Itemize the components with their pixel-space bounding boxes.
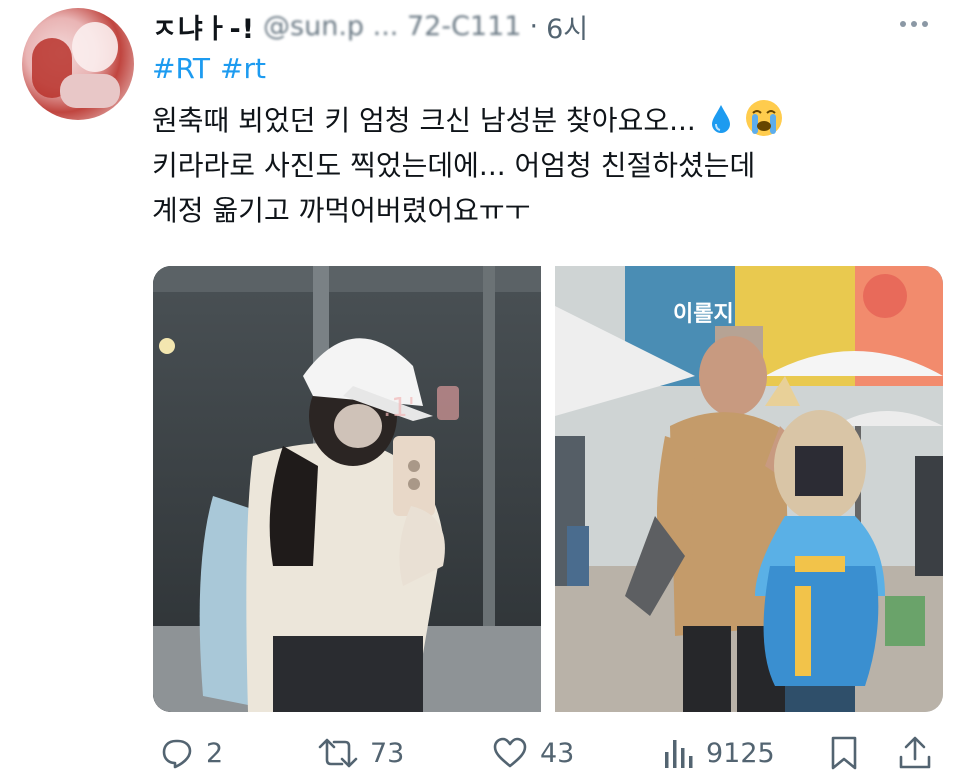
views-icon (665, 740, 693, 768)
share-button[interactable] (898, 730, 932, 776)
svg-text:.1': .1' (383, 393, 415, 423)
hashtags: #RT #rt (152, 52, 266, 85)
bookmark-button[interactable] (829, 730, 859, 776)
view-count: 9125 (706, 737, 775, 769)
retweet-count: 73 (370, 737, 405, 769)
user-handle[interactable]: @sun.p ... 72-C111 (263, 11, 521, 42)
avatar[interactable] (22, 8, 134, 120)
hashtag-link[interactable]: #rt (220, 52, 266, 85)
reply-icon (162, 739, 192, 769)
action-bar: 2 73 43 9125 (0, 730, 966, 776)
reply-button[interactable]: 2 (160, 730, 223, 776)
crying-face-emoji-icon (745, 100, 782, 136)
post-line-text: 원축때 뵈었던 키 엄청 크신 남성분 찾아요오... (152, 104, 696, 137)
hashtag-link[interactable]: #RT (152, 52, 210, 85)
separator: · (529, 10, 539, 42)
mirror-selfie-image: .1' (153, 266, 541, 712)
avatar-detail (60, 74, 120, 108)
avatar-detail (72, 22, 118, 72)
post-line: 원축때 뵈었던 키 엄청 크신 남성분 찾아요오... (152, 98, 952, 143)
cosplay-photo-image: 이롤지 (555, 266, 943, 712)
share-icon (899, 736, 931, 769)
post-line: 키라라로 사진도 찍었는데에... 어엄청 친절하셨는데 (152, 149, 756, 182)
reply-count: 2 (206, 737, 224, 769)
media-grid: .1' 이롤지 (153, 266, 943, 712)
photo-left[interactable]: .1' (153, 266, 541, 712)
post-text: 원축때 뵈었던 키 엄청 크신 남성분 찾아요오... 키라라로 사진도 찍었는… (152, 98, 952, 233)
post-line: 계정 옮기고 까먹어버렸어요ㅠㅜ (152, 194, 531, 227)
more-icon[interactable] (900, 14, 940, 34)
like-count: 43 (540, 737, 575, 769)
media-gap (541, 266, 555, 712)
photo-right[interactable]: 이롤지 (555, 266, 943, 712)
retweet-icon (318, 738, 358, 768)
svg-text:이롤지: 이롤지 (673, 302, 734, 327)
views-button[interactable]: 9125 (662, 730, 775, 776)
display-name[interactable]: ㅈ냐ㅏ-! (152, 7, 255, 46)
post-time[interactable]: 6시 (546, 7, 588, 46)
post-header: ㅈ냐ㅏ-! @sun.p ... 72-C111 · 6시 (152, 6, 588, 46)
retweet-button[interactable]: 73 (318, 730, 404, 776)
droplet-emoji-icon (711, 105, 730, 133)
bookmark-icon (831, 736, 857, 770)
like-button[interactable]: 43 (492, 730, 574, 776)
heart-icon (493, 737, 527, 768)
